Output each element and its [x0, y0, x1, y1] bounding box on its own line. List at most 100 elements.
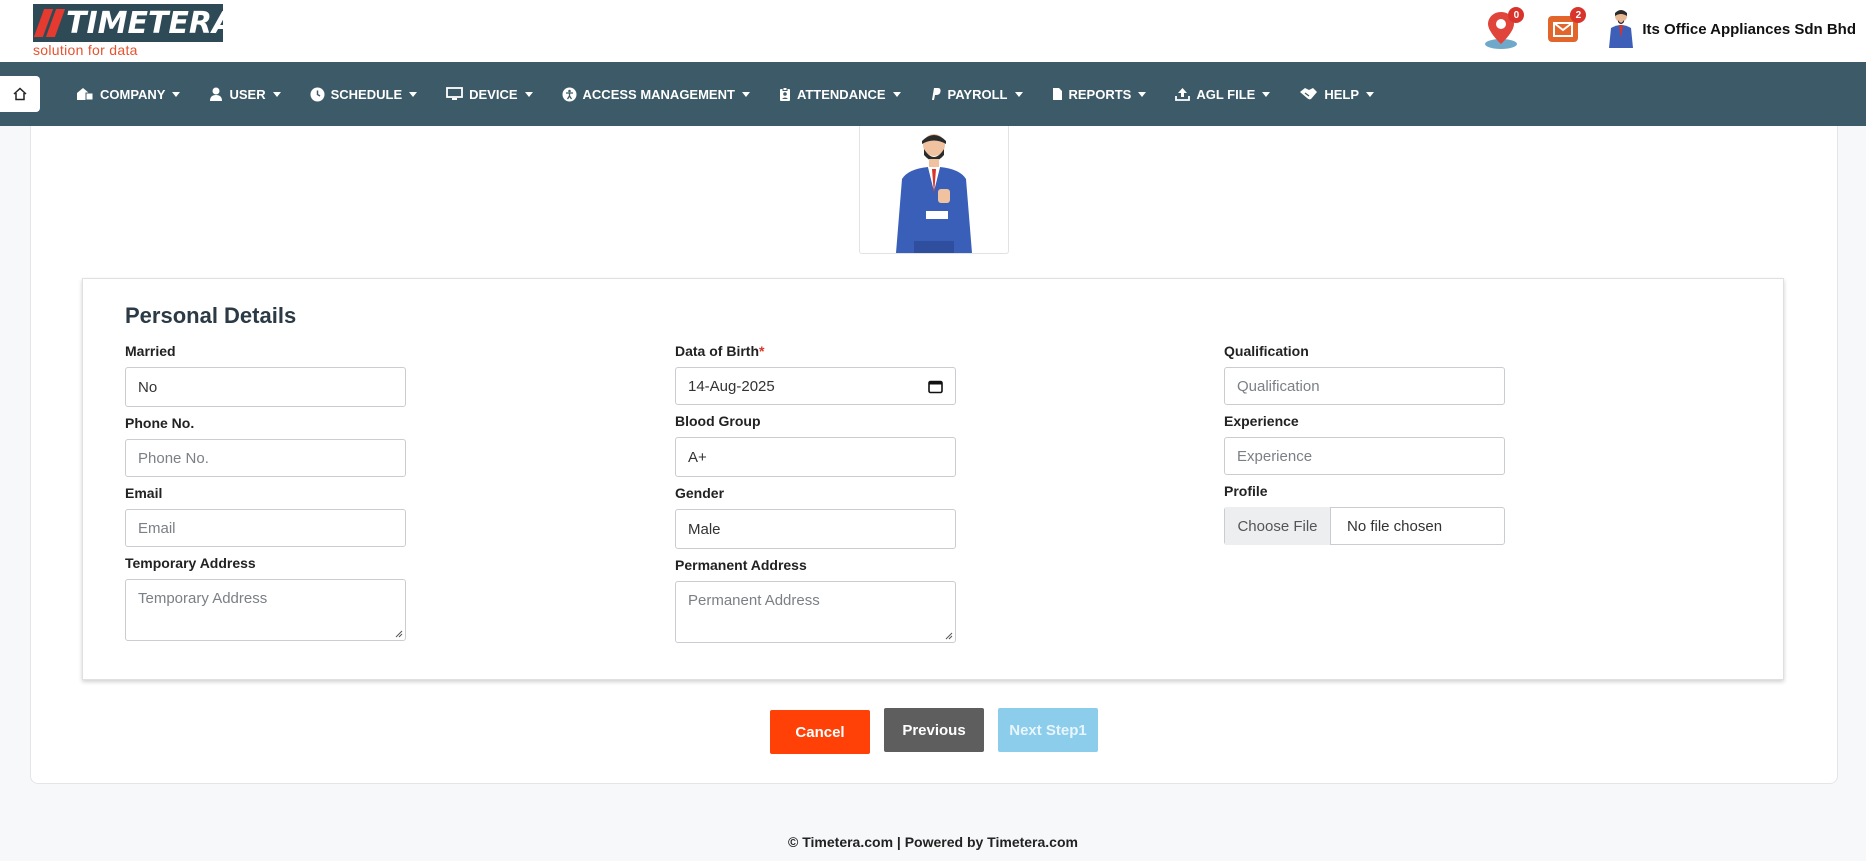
chevron-down-icon	[1014, 91, 1023, 97]
nav-company-label: COMPANY	[100, 86, 166, 102]
logo-text: TIMETERA	[66, 5, 236, 41]
chevron-down-icon	[741, 91, 750, 97]
company-name[interactable]: Its Office Appliances Sdn Bhd	[1642, 21, 1856, 38]
previous-button[interactable]: Previous	[884, 708, 984, 752]
logo-slashes	[33, 9, 66, 37]
nav-user-label: USER	[229, 86, 266, 102]
mail-notification[interactable]: 2	[1544, 7, 1587, 49]
chevron-down-icon	[172, 91, 181, 97]
blood-group-field: Blood Group A+	[675, 413, 956, 477]
chevron-down-icon	[1138, 91, 1147, 97]
home-button[interactable]	[0, 76, 40, 112]
nav-device-label: DEVICE	[469, 86, 518, 102]
timetera-logo[interactable]: TIMETERA solution for data	[33, 4, 235, 58]
home-icon	[13, 87, 27, 101]
paypal-icon	[931, 88, 941, 100]
email-label: Email	[125, 485, 163, 501]
permanent-address-label: Permanent Address	[675, 557, 807, 573]
gender-field: Gender Male	[675, 485, 956, 549]
main-navbar: COMPANY USER SCHEDULE DEVICE ACCESS MANA…	[0, 62, 1866, 126]
next-step-button[interactable]: Next Step1	[998, 708, 1098, 752]
top-header: TIMETERA solution for data 0 2 Its Offic…	[0, 0, 1866, 62]
chevron-down-icon	[524, 91, 533, 97]
phone-field: Phone No. Phone No.	[125, 415, 406, 477]
temporary-address-label: Temporary Address	[125, 555, 256, 571]
qualification-input[interactable]: Qualification	[1224, 367, 1505, 405]
nav-attendance[interactable]: ATTENDANCE	[779, 86, 901, 102]
temporary-address-field: Temporary Address Temporary Address	[125, 555, 406, 641]
nav-attendance-label: ATTENDANCE	[796, 86, 886, 102]
user-avatar-icon[interactable]	[1606, 8, 1636, 50]
nav-schedule-label: SCHEDULE	[330, 86, 403, 102]
nav-reports[interactable]: REPORTS	[1052, 87, 1147, 102]
required-marker: *	[759, 343, 765, 359]
chevron-down-icon	[892, 91, 901, 97]
chevron-down-icon	[272, 91, 281, 97]
dob-field: Data of Birth* 14-Aug-2025	[675, 343, 956, 405]
businessman-avatar-icon	[896, 134, 972, 253]
nav-schedule[interactable]: SCHEDULE	[310, 87, 418, 102]
permanent-address-textarea[interactable]: Permanent Address	[675, 581, 956, 643]
nav-access-management[interactable]: ACCESS MANAGEMENT	[562, 87, 750, 102]
married-field: Married No	[125, 343, 406, 407]
location-badge: 0	[1508, 7, 1525, 23]
nav-access-management-label: ACCESS MANAGEMENT	[582, 86, 735, 102]
blood-group-select[interactable]: A+	[675, 437, 956, 477]
mail-badge: 2	[1570, 7, 1587, 23]
dob-value: 14-Aug-2025	[688, 377, 775, 395]
profile-avatar	[859, 126, 1009, 254]
header-right: 0 2 Its Office Appliances Sdn Bhd	[1482, 6, 1856, 52]
temporary-address-textarea[interactable]: Temporary Address	[125, 579, 406, 641]
nav-company[interactable]: COMPANY	[76, 86, 181, 102]
email-input[interactable]: Email	[125, 509, 406, 547]
cancel-button[interactable]: Cancel	[770, 710, 870, 754]
experience-label: Experience	[1224, 413, 1299, 429]
dob-input[interactable]: 14-Aug-2025	[675, 367, 956, 405]
logo-tagline: solution for data	[33, 42, 138, 58]
nav-device[interactable]: DEVICE	[446, 86, 533, 102]
profile-file-input[interactable]: Choose File No file chosen	[1224, 507, 1505, 545]
nav-help[interactable]: HELP	[1299, 87, 1374, 102]
monitor-icon	[446, 87, 464, 100]
resize-handle-icon[interactable]	[394, 629, 403, 638]
nav-user[interactable]: USER	[209, 86, 281, 102]
phone-label: Phone No.	[125, 415, 195, 431]
file-status: No file chosen	[1347, 517, 1443, 535]
experience-input[interactable]: Experience	[1224, 437, 1505, 475]
married-select[interactable]: No	[125, 367, 406, 407]
nav-agl-file[interactable]: AGL FILE	[1175, 86, 1271, 102]
married-label: Married	[125, 343, 176, 359]
company-icon	[77, 88, 94, 101]
chevron-down-icon	[1366, 91, 1374, 97]
handshake-icon	[1300, 88, 1318, 100]
logo-box: TIMETERA	[33, 4, 235, 42]
badge-icon	[779, 86, 790, 101]
profile-label: Profile	[1224, 483, 1268, 499]
choose-file-button[interactable]: Choose File	[1225, 507, 1331, 545]
clock-icon	[310, 87, 325, 101]
chevron-down-icon	[1262, 91, 1271, 97]
phone-input[interactable]: Phone No.	[125, 439, 406, 477]
dob-label-text: Data of Birth	[675, 343, 759, 359]
nav-agl-file-label: AGL FILE	[1196, 86, 1256, 102]
qualification-label: Qualification	[1224, 343, 1309, 359]
nav-reports-label: REPORTS	[1068, 86, 1132, 102]
footer-text: © Timetera.com | Powered by Timetera.com	[788, 834, 1078, 850]
resize-handle-icon[interactable]	[944, 631, 953, 640]
qualification-field: Qualification Qualification	[1224, 343, 1505, 405]
file-icon	[1052, 88, 1062, 100]
location-notification[interactable]: 0	[1482, 7, 1525, 49]
profile-field: Profile Choose File No file chosen	[1224, 483, 1505, 545]
blood-group-label: Blood Group	[675, 413, 761, 429]
nav-payroll-label: PAYROLL	[947, 86, 1008, 102]
user-icon	[210, 87, 223, 101]
gender-label: Gender	[675, 485, 725, 501]
gender-select[interactable]: Male	[675, 509, 956, 549]
section-title: Personal Details	[125, 303, 297, 328]
chevron-down-icon	[409, 91, 418, 97]
nav-help-label: HELP	[1324, 86, 1359, 102]
upload-icon	[1175, 88, 1191, 101]
calendar-icon[interactable]	[928, 379, 943, 394]
nav-payroll[interactable]: PAYROLL	[930, 87, 1023, 102]
temporary-address-placeholder: Temporary Address	[138, 590, 268, 607]
